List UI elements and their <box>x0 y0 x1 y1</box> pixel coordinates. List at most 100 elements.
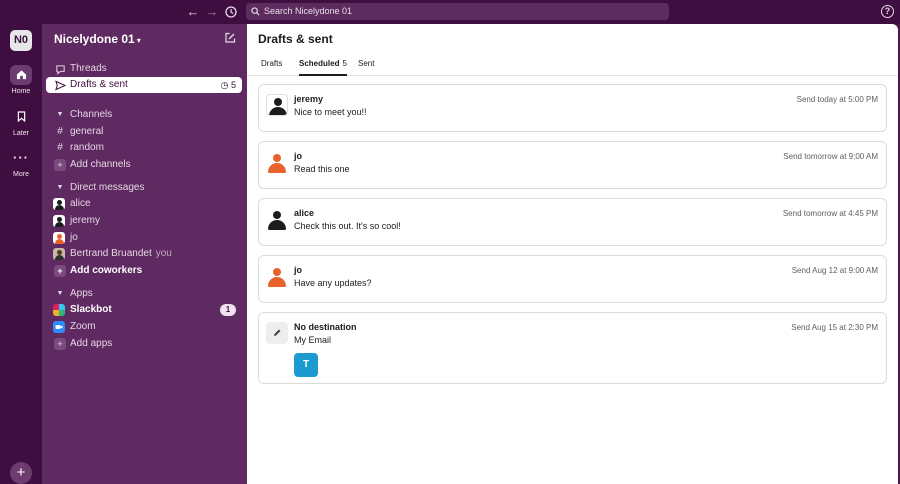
avatar <box>266 208 288 230</box>
attachment-icon[interactable]: T <box>294 353 318 377</box>
send-time: Send tomorrow at 4:45 PM <box>782 209 878 218</box>
add-icon[interactable]: + <box>10 462 32 484</box>
scheduled-message-card[interactable]: No destination My Email Send Aug 15 at 2… <box>258 312 887 384</box>
send-time: Send tomorrow at 9:00 AM <box>783 152 878 161</box>
unread-badge: 1 <box>220 304 236 316</box>
search-icon <box>251 3 260 22</box>
sidebar-item-slackbot[interactable]: Slackbot 1 <box>46 302 242 318</box>
workspace-rail: N0 Home Later ··· More + <box>0 24 42 484</box>
app-name: Slackbot <box>70 304 112 315</box>
sidebar-item-label: Threads <box>70 63 107 74</box>
tab-sent[interactable]: Sent <box>358 58 374 76</box>
drafts-count: ◷ 5 <box>221 77 236 93</box>
sidebar-item-drafts-sent[interactable]: Drafts & sent ◷ 5 <box>46 77 242 93</box>
drafts-count-value: 5 <box>230 80 236 90</box>
avatar <box>53 215 65 227</box>
scheduled-message-card[interactable]: alice Check this out. It's so cool! Send… <box>258 198 887 246</box>
sidebar-item-jeremy[interactable]: jeremy <box>46 213 242 229</box>
recipient-name: No destination <box>294 322 357 332</box>
scheduled-message-card[interactable]: jo Have any updates? Send Aug 12 at 9:00… <box>258 255 887 303</box>
sidebar-item-random[interactable]: # random <box>46 140 242 156</box>
avatar <box>266 94 288 116</box>
scheduled-message-card[interactable]: jeremy Nice to meet you!! Send today at … <box>258 84 887 132</box>
workspace-avatar[interactable]: N0 <box>10 30 32 51</box>
bookmark-icon <box>10 107 32 127</box>
avatar <box>53 232 65 244</box>
channel-name: general <box>70 126 104 137</box>
dm-name: Bertrand Bruandet <box>70 248 152 259</box>
more-icon: ··· <box>13 150 29 165</box>
message-text: Read this one <box>294 164 350 174</box>
rail-home-label: Home <box>11 88 31 95</box>
sidebar-item-zoom[interactable]: Zoom <box>46 319 242 335</box>
caret-down-icon: ▼ <box>56 111 64 118</box>
sidebar-item-general[interactable]: # general <box>46 124 242 140</box>
caret-down-icon: ▼ <box>56 290 64 297</box>
tab-scheduled[interactable]: Scheduled 5 <box>299 58 347 76</box>
channels-section-header[interactable]: ▼ Channels <box>46 107 242 123</box>
pencil-icon <box>266 322 288 344</box>
recipient-name: jo <box>294 265 302 275</box>
message-text: Check this out. It's so cool! <box>294 221 401 231</box>
sidebar: Nicelydone 01 ▾ Threads Drafts & sent ◷ 5… <box>42 24 247 484</box>
clock-icon: ◷ <box>220 80 229 90</box>
tab-label: Drafts <box>261 59 283 68</box>
rail-more[interactable]: ··· More <box>0 148 42 178</box>
message-text: My Email <box>294 335 332 345</box>
tab-drafts[interactable]: Drafts <box>261 58 282 76</box>
app-name: Zoom <box>70 321 96 332</box>
compose-icon[interactable] <box>224 32 236 47</box>
rail-later-label: Later <box>13 130 29 137</box>
plus-icon: + <box>54 338 66 350</box>
zoom-icon <box>53 321 65 333</box>
sidebar-item-alice[interactable]: alice <box>46 196 242 212</box>
sidebar-item-bertrand[interactable]: Bertrand Bruandet you <box>46 246 242 262</box>
home-icon <box>10 65 32 85</box>
sidebar-item-label: Drafts & sent <box>70 79 128 90</box>
workspace-name: Nicelydone 01 <box>54 32 135 46</box>
dm-name: jo <box>70 232 78 243</box>
rail-more-label: More <box>13 171 29 178</box>
help-icon[interactable]: ? <box>881 5 894 18</box>
message-text: Have any updates? <box>294 278 372 288</box>
rail-later[interactable]: Later <box>0 107 42 137</box>
add-channels-label: Add channels <box>70 159 131 170</box>
rail-home[interactable]: Home <box>0 65 42 95</box>
scheduled-message-card[interactable]: jo Read this one Send tomorrow at 9:00 A… <box>258 141 887 189</box>
dm-section-header[interactable]: ▼ Direct messages <box>46 180 242 196</box>
caret-down-icon: ▼ <box>56 184 64 191</box>
add-coworkers-button[interactable]: + Add coworkers <box>46 263 242 279</box>
avatar <box>266 151 288 173</box>
message-text: Nice to meet you!! <box>294 107 367 117</box>
main-panel: Drafts & sent Drafts Scheduled 5 Sent jer… <box>247 24 898 484</box>
page-title: Drafts & sent <box>258 32 333 46</box>
history-icon[interactable] <box>222 3 240 21</box>
tab-count: 5 <box>342 59 347 68</box>
top-bar: ← → Search Nicelydone 01 ? <box>0 0 900 24</box>
recipient-name: alice <box>294 208 315 218</box>
avatar <box>266 265 288 287</box>
workspace-name-button[interactable]: Nicelydone 01 ▾ <box>54 32 141 46</box>
channel-name: random <box>70 142 104 153</box>
send-time: Send Aug 12 at 9:00 AM <box>791 266 878 275</box>
search-input[interactable]: Search Nicelydone 01 <box>246 3 669 20</box>
sidebar-item-threads[interactable]: Threads <box>46 61 242 77</box>
hash-icon: # <box>57 142 63 153</box>
tab-label: Scheduled <box>299 59 340 68</box>
add-apps-button[interactable]: + Add apps <box>46 336 242 352</box>
plus-icon: + <box>54 265 66 277</box>
plus-icon: + <box>54 159 66 171</box>
section-label: Apps <box>70 288 93 299</box>
back-arrow-icon[interactable]: ← <box>184 3 202 21</box>
search-placeholder: Search Nicelydone 01 <box>264 6 353 16</box>
tab-label: Sent <box>358 59 375 68</box>
forward-arrow-icon[interactable]: → <box>203 3 221 21</box>
add-channels-button[interactable]: + Add channels <box>46 157 242 173</box>
send-icon <box>54 77 66 97</box>
recipient-name: jeremy <box>294 94 324 104</box>
add-apps-label: Add apps <box>70 338 113 349</box>
avatar <box>53 198 65 210</box>
section-label: Channels <box>70 109 113 120</box>
apps-section-header[interactable]: ▼ Apps <box>46 286 242 302</box>
sidebar-item-jo[interactable]: jo <box>46 230 242 246</box>
